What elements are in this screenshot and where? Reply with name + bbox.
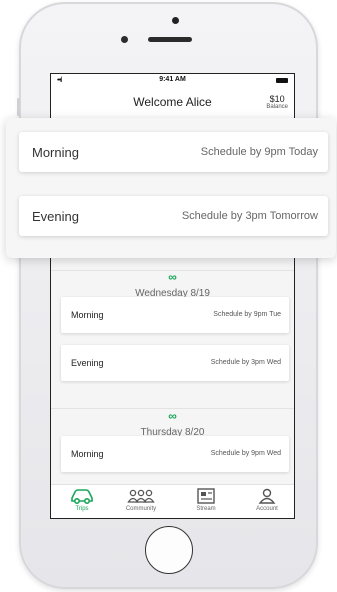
slot-wednesday-evening[interactable]: Evening Schedule by 3pm Wed <box>61 345 289 381</box>
status-time: 9:41 AM <box>159 76 186 83</box>
tab-label: Trips <box>75 506 89 512</box>
option-label: Evening <box>32 209 79 224</box>
time-picker-popup: Morning Schedule by 9pm Today Evening Sc… <box>6 118 336 258</box>
account-icon <box>258 488 276 504</box>
tab-label: Stream <box>196 506 216 512</box>
popup-option-evening[interactable]: Evening Schedule by 3pm Tomorrow <box>19 196 328 236</box>
slot-label: Morning <box>71 310 104 320</box>
tab-bar: Trips Community Stream Account <box>51 484 294 518</box>
tab-label: Community <box>125 506 157 512</box>
page-title: Welcome Alice <box>133 95 212 109</box>
tab-community[interactable]: Community <box>116 487 166 512</box>
status-bar: ••ıl 9:41 AM <box>51 74 294 88</box>
option-label: Morning <box>32 145 79 160</box>
stream-icon <box>197 488 215 504</box>
loop-icon: ∞ <box>168 409 177 423</box>
battery-icon <box>276 78 288 83</box>
option-schedule: Schedule by 3pm Tomorrow <box>181 210 318 222</box>
slot-schedule: Schedule by 9pm Wed <box>210 450 281 457</box>
balance-button[interactable]: $10 Balance <box>266 94 288 110</box>
slot-schedule: Schedule by 9pm Tue <box>213 311 281 318</box>
front-camera-icon <box>121 36 128 43</box>
home-button[interactable] <box>145 526 193 574</box>
slot-label: Morning <box>71 449 104 459</box>
slot-wednesday-morning[interactable]: Morning Schedule by 9pm Tue <box>61 297 289 333</box>
mute-switch <box>17 98 20 116</box>
slot-thursday-morning[interactable]: Morning Schedule by 9pm Wed <box>61 436 289 472</box>
speaker-grille <box>148 37 192 42</box>
loop-icon: ∞ <box>168 270 177 284</box>
tab-label: Account <box>256 506 278 512</box>
app-header: Welcome Alice $10 Balance <box>51 90 294 120</box>
tab-account[interactable]: Account <box>242 487 292 512</box>
camera-icon <box>172 17 179 24</box>
popup-option-morning[interactable]: Morning Schedule by 9pm Today <box>19 132 328 172</box>
tab-stream[interactable]: Stream <box>181 487 231 512</box>
community-icon <box>127 489 155 503</box>
balance-label: Balance <box>266 104 288 110</box>
slot-label: Evening <box>71 358 104 368</box>
tab-trips[interactable]: Trips <box>57 487 107 512</box>
car-icon <box>71 489 93 505</box>
balance-amount: $10 <box>269 94 285 104</box>
option-schedule: Schedule by 9pm Today <box>200 146 318 158</box>
slot-schedule: Schedule by 3pm Wed <box>210 359 281 366</box>
